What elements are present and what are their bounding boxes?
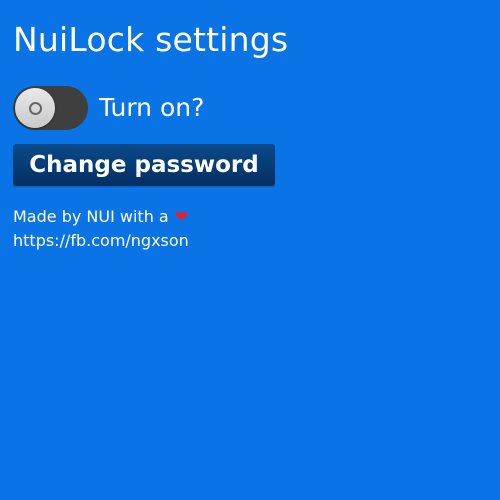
toggle-knob[interactable] [15,88,55,128]
heart-icon: ❤ [174,207,189,226]
page-title: NuiLock settings [13,20,289,59]
credit-line: Made by NUI with a ❤ [13,205,189,229]
link-line: https://fb.com/ngxson [13,229,189,253]
turn-on-toggle[interactable] [13,86,88,130]
turn-on-label: Turn on? [99,93,205,122]
toggle-off-indicator-icon [29,102,42,115]
change-password-button[interactable]: Change password [13,144,275,186]
credit-text: Made by NUI with a [13,207,169,226]
author-link[interactable]: https://fb.com/ngxson [13,229,189,253]
footer-credits: Made by NUI with a ❤ https://fb.com/ngxs… [13,205,189,253]
turn-on-row: Turn on? [13,86,204,130]
